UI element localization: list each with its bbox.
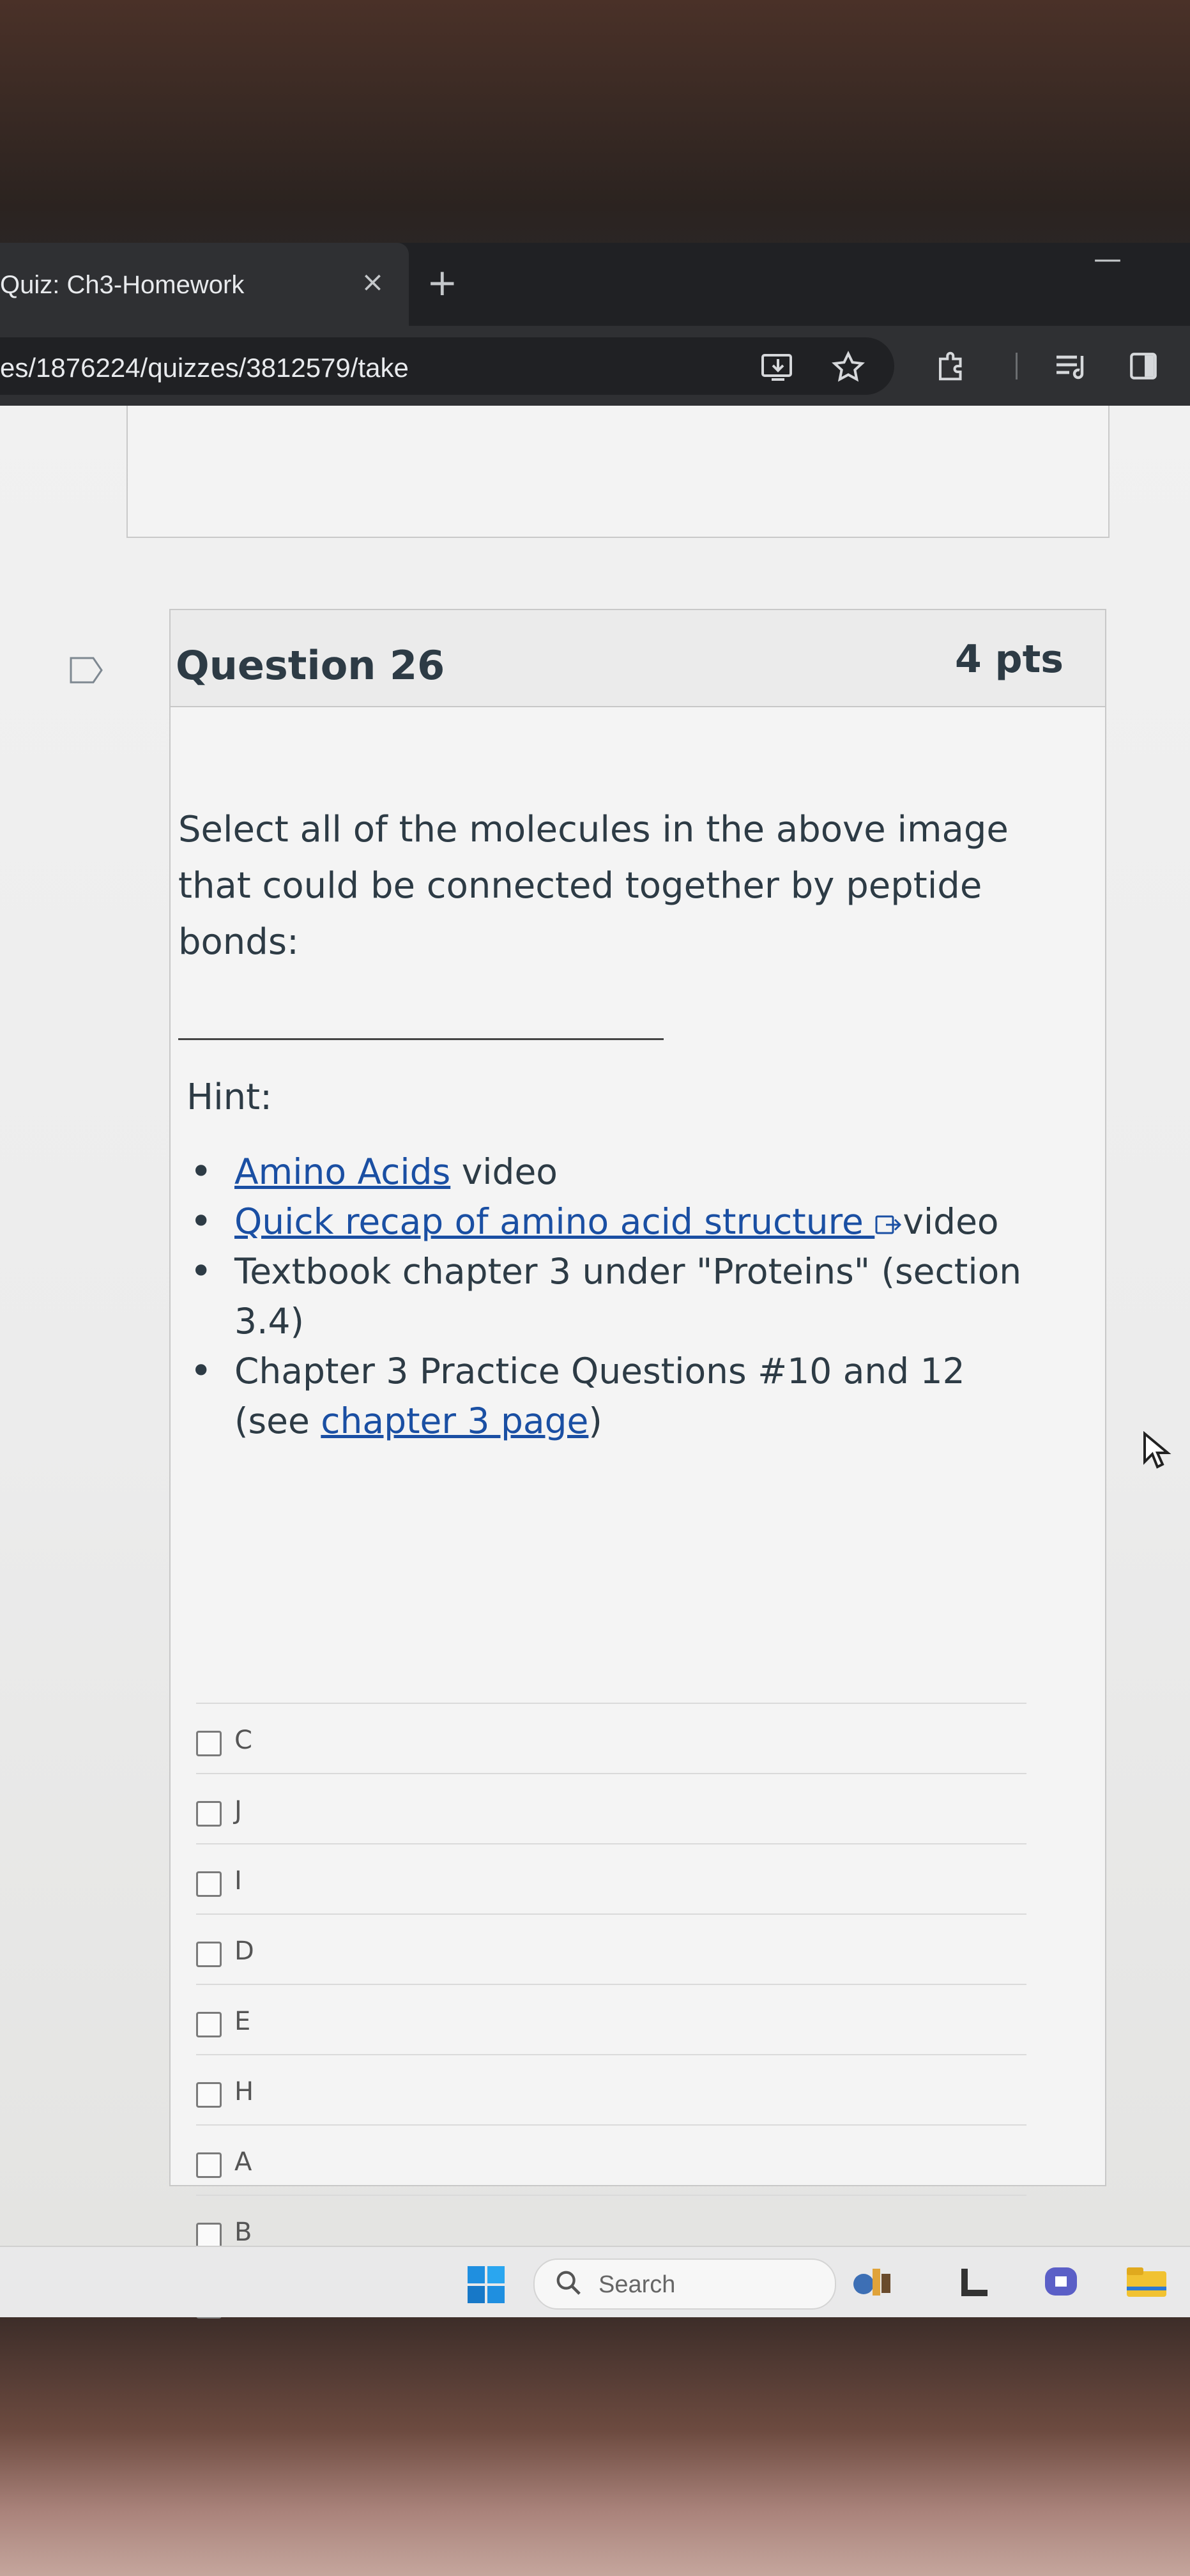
tab-title: Quiz: Ch3-Homework [0, 271, 245, 299]
answer-list: C J I D E H A B F [196, 1703, 1026, 2335]
quick-recap-link[interactable]: Quick recap of amino acid structure [234, 1201, 874, 1242]
answer-checkbox[interactable] [196, 2012, 222, 2037]
windows-start-icon[interactable] [466, 2265, 506, 2304]
tab-quiz[interactable]: Quiz: Ch3-Homework × [0, 243, 409, 326]
answer-option[interactable]: C [196, 1703, 1026, 1773]
answer-checkbox[interactable] [196, 2223, 222, 2248]
answer-checkbox[interactable] [196, 1942, 222, 1967]
app-icon-file-manager[interactable] [958, 2261, 994, 2302]
extensions-icon[interactable] [934, 349, 970, 383]
url-text: es/1876224/quizzes/3812579/take [0, 353, 409, 383]
flag-icon[interactable] [69, 656, 103, 684]
app-icon-teams[interactable] [1041, 2261, 1082, 2302]
divider [178, 1038, 664, 1040]
amino-acids-link[interactable]: Amino Acids [234, 1151, 450, 1192]
answer-checkbox[interactable] [196, 1731, 222, 1756]
app-icon-folder[interactable] [1124, 2261, 1169, 2302]
taskbar-search[interactable]: Search [533, 2258, 836, 2310]
answer-label: C [234, 1726, 252, 1755]
answer-label: I [234, 1866, 242, 1896]
hint-item: Chapter 3 Practice Questions #10 and 12 … [187, 1346, 1030, 1446]
hint-item: Amino Acids video [187, 1147, 1030, 1197]
answer-checkbox[interactable] [196, 1801, 222, 1827]
previous-question-box [126, 406, 1110, 538]
install-app-icon[interactable] [760, 351, 796, 383]
page-viewport: Question 26 4 pts Select all of the mole… [0, 406, 1190, 2319]
minimize-button[interactable]: — [1094, 243, 1122, 275]
search-placeholder: Search [599, 2271, 676, 2298]
answer-label: H [234, 2077, 254, 2106]
answer-option[interactable]: E [196, 1984, 1026, 2054]
hint-suffix: video [450, 1151, 558, 1192]
hint-text: Textbook chapter 3 under "Proteins" (sec… [234, 1251, 1022, 1342]
reading-list-icon[interactable] [1054, 351, 1090, 381]
answer-label: D [234, 1936, 254, 1966]
search-icon [556, 2271, 581, 2295]
hint-suffix: video [903, 1201, 999, 1242]
photo-background [0, 2313, 1190, 2576]
answer-checkbox[interactable] [196, 2082, 222, 2108]
sidebar-icon[interactable] [1127, 350, 1159, 382]
hint-label: Hint: [187, 1077, 272, 1118]
hint-item: Textbook chapter 3 under "Proteins" (sec… [187, 1246, 1030, 1346]
answer-label: A [234, 2147, 252, 2177]
tab-bar: Quiz: Ch3-Homework × + — [0, 243, 1190, 326]
answer-option[interactable]: I [196, 1843, 1026, 1913]
answer-label: B [234, 2218, 252, 2247]
question-text: Select all of the molecules in the above… [178, 809, 1009, 963]
hint-suffix: ) [588, 1400, 602, 1441]
question-title: Question 26 [176, 642, 445, 689]
close-tab-button[interactable]: × [361, 266, 385, 298]
answer-label: J [234, 1796, 242, 1825]
url-field[interactable]: es/1876224/quizzes/3812579/take [0, 337, 894, 395]
question-points: 4 pts [955, 637, 1064, 682]
answer-checkbox[interactable] [196, 2152, 222, 2178]
toolbar-divider [1016, 353, 1018, 379]
cursor-icon [1143, 1431, 1171, 1469]
question-card: Question 26 4 pts Select all of the mole… [169, 609, 1106, 2319]
answer-option[interactable]: J [196, 1773, 1026, 1843]
answer-label: E [234, 2007, 251, 2036]
address-bar: es/1876224/quizzes/3812579/take [0, 326, 1190, 406]
hint-list: Amino Acids video Quick recap of amino a… [187, 1147, 1030, 1446]
answer-option[interactable]: H [196, 2054, 1026, 2124]
answer-option[interactable]: A [196, 2124, 1026, 2195]
new-tab-button[interactable]: + [427, 261, 458, 304]
star-icon[interactable] [830, 350, 866, 385]
hint-item: Quick recap of amino acid structure vide… [187, 1197, 1030, 1246]
answer-checkbox[interactable] [196, 1871, 222, 1897]
app-icon-widgets[interactable] [850, 2261, 894, 2302]
question-header: Question 26 4 pts [171, 610, 1105, 707]
external-link-icon[interactable] [874, 1213, 903, 1236]
answer-option[interactable]: D [196, 1913, 1026, 1984]
taskbar: Search [0, 2246, 1190, 2317]
chapter-3-page-link[interactable]: chapter 3 page [321, 1400, 588, 1441]
